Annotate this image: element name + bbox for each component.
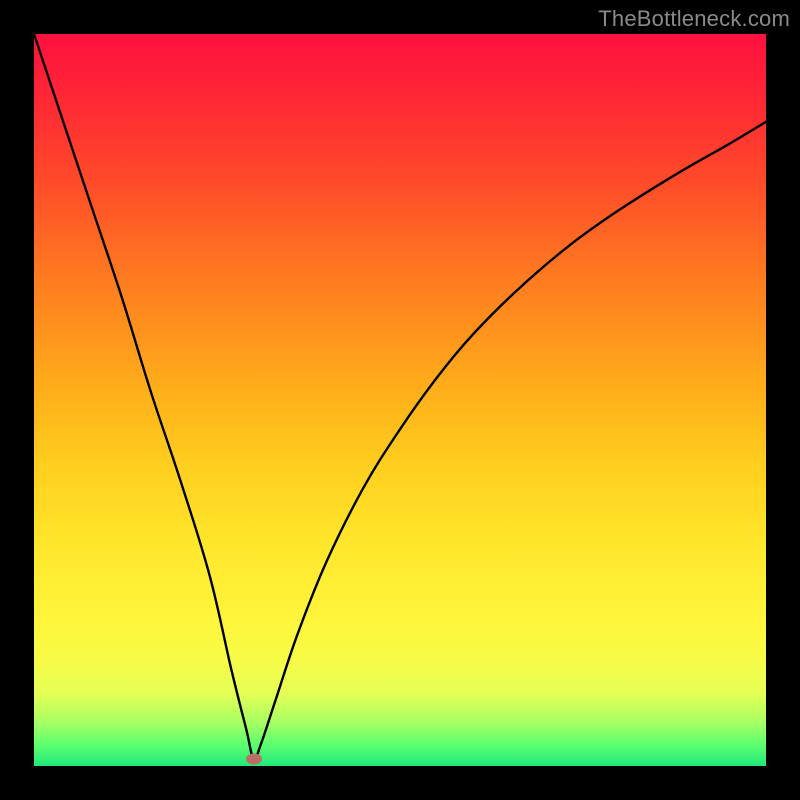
min-marker <box>246 753 262 764</box>
watermark-text: TheBottleneck.com <box>598 6 790 32</box>
bottleneck-curve <box>34 34 766 766</box>
plot-area <box>34 34 766 766</box>
chart-frame: TheBottleneck.com <box>0 0 800 800</box>
